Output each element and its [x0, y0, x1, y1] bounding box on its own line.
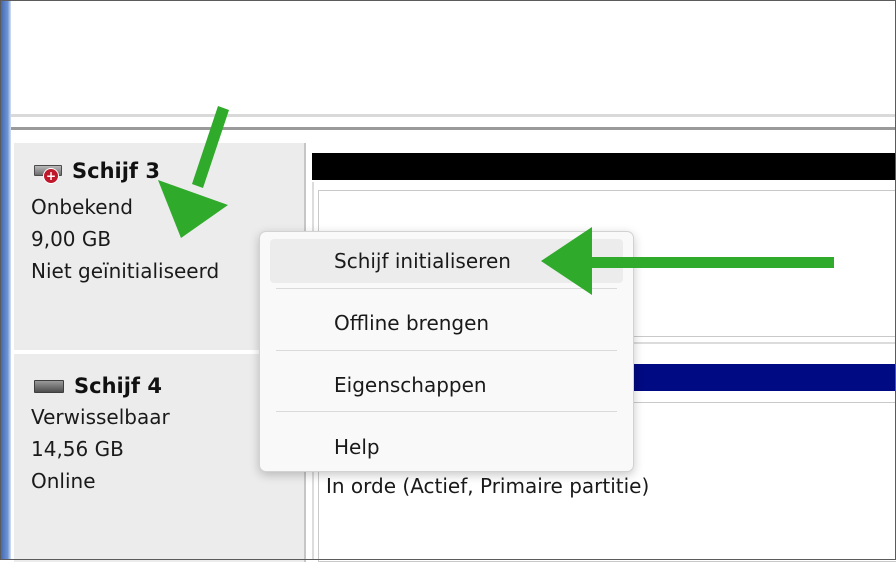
window-frame	[0, 0, 896, 560]
